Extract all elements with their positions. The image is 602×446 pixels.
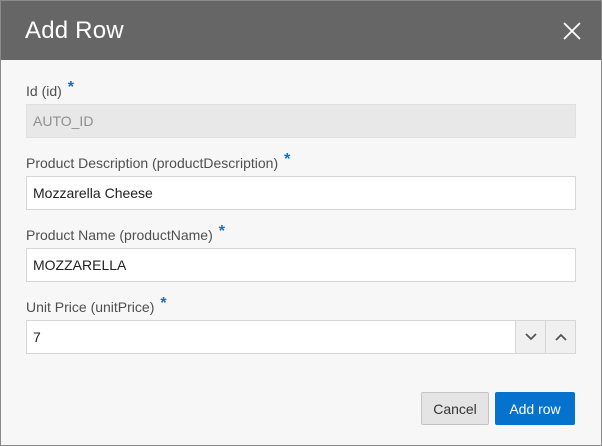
field-label-row: Product Name (productName) * <box>26 224 574 246</box>
chevron-down-icon <box>524 333 537 341</box>
increment-button[interactable] <box>545 321 575 353</box>
close-button[interactable] <box>555 14 589 48</box>
dialog-header: Add Row <box>1 1 601 60</box>
add-row-button[interactable]: Add row <box>495 392 575 425</box>
required-indicator: * <box>160 295 167 312</box>
dialog-footer: Cancel Add row <box>421 392 575 425</box>
field-product-description: Product Description (productDescription)… <box>26 152 576 210</box>
field-product-name: Product Name (productName) * <box>26 224 576 282</box>
field-unit-price: Unit Price (unitPrice) * <box>26 296 576 354</box>
product-name-input[interactable] <box>26 248 576 282</box>
unit-price-input[interactable] <box>27 321 515 353</box>
add-row-dialog: Add Row Id (id) * Product Description (p… <box>0 0 602 446</box>
close-icon <box>563 21 581 40</box>
required-indicator: * <box>67 79 75 96</box>
field-label-row: Id (id) * <box>26 80 574 102</box>
unit-price-label: Unit Price (unitPrice) <box>26 299 155 315</box>
required-indicator: * <box>218 223 225 240</box>
field-label-row: Product Description (productDescription)… <box>26 152 574 174</box>
chevron-up-icon <box>554 333 567 341</box>
product-description-input[interactable] <box>26 176 576 210</box>
product-description-label: Product Description (productDescription) <box>26 155 279 171</box>
product-name-label: Product Name (productName) <box>26 227 213 243</box>
decrement-button[interactable] <box>515 321 545 353</box>
id-label: Id (id) <box>26 83 62 99</box>
field-label-row: Unit Price (unitPrice) * <box>26 296 574 318</box>
field-id: Id (id) * <box>26 80 576 138</box>
dialog-body: Id (id) * Product Description (productDe… <box>1 60 601 354</box>
unit-price-stepper <box>26 320 576 354</box>
dialog-title: Add Row <box>25 16 124 44</box>
required-indicator: * <box>284 151 291 168</box>
cancel-button[interactable]: Cancel <box>421 392 489 425</box>
id-input <box>26 104 576 138</box>
